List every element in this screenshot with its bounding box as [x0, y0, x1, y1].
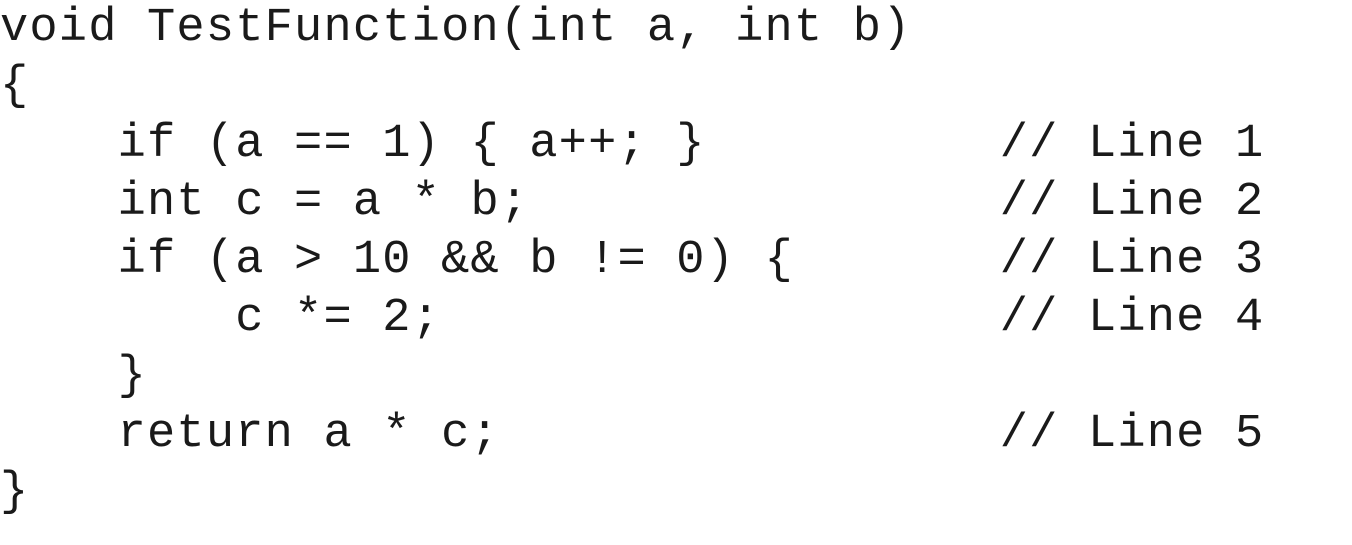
- code-line-3: if (a > 10 && b != 0) { // Line 3: [0, 234, 1265, 287]
- code-line-5: return a * c; // Line 5: [0, 408, 1265, 461]
- code-line-1: if (a == 1) { a++; } // Line 1: [0, 118, 1265, 171]
- code-line-inner-close-brace: }: [0, 350, 148, 403]
- code-line-open-brace: {: [0, 60, 30, 113]
- code-line-signature: void TestFunction(int a, int b): [0, 2, 912, 55]
- code-line-2: int c = a * b; // Line 2: [0, 176, 1265, 229]
- code-listing: void TestFunction(int a, int b){ if (a =…: [0, 0, 1264, 522]
- code-line-close-brace: }: [0, 466, 30, 519]
- code-line-4: c *= 2; // Line 4: [0, 292, 1265, 345]
